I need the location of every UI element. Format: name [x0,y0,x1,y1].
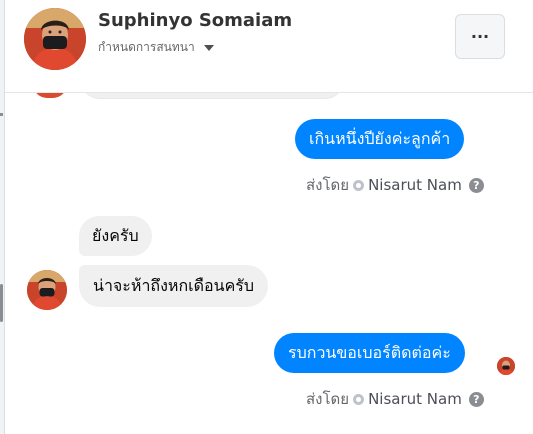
sent-by-line: ส่งโดย Nisarut Nam ? [306,387,484,411]
incoming-message[interactable]: น่าจะห้าถึงหกเดือนครับ [79,265,269,307]
contact-name[interactable]: Suphinyo Somaiam [98,10,292,31]
sent-by-label: ส่งโดย [306,390,350,408]
conversation-header: Suphinyo Somaiam กำหนดการสนทนา ··· [5,0,533,93]
verified-dot-icon [353,179,365,191]
topic-label: กำหนดการสนทนา [98,40,195,54]
more-icon: ··· [470,27,490,46]
incoming-message[interactable]: ยังครับ [79,216,152,256]
seen-indicator-avatar [497,357,515,375]
conversation-topic-dropdown[interactable]: กำหนดการสนทนา [98,38,215,57]
outgoing-message[interactable]: เกินหนึ่งปียังค่ะลูกค้า [295,119,465,159]
contact-avatar[interactable] [24,8,86,70]
help-icon[interactable]: ? [468,391,484,407]
outgoing-message[interactable]: รบกวนขอเบอร์ติดต่อค่ะ [274,333,465,373]
chevron-down-icon [203,44,214,51]
left-panel-marker [0,113,3,116]
sender-name[interactable]: Nisarut Nam [368,390,462,408]
panel-resize-handle[interactable] [0,284,3,322]
sent-by-label: ส่งโดย [306,176,350,194]
sender-name[interactable]: Nisarut Nam [368,176,462,194]
help-icon[interactable]: ? [468,177,484,193]
sent-by-line: ส่งโดย Nisarut Nam ? [306,173,484,197]
more-options-button[interactable]: ··· [455,14,505,59]
contact-avatar-small[interactable] [27,270,67,310]
verified-dot-icon [353,393,365,405]
